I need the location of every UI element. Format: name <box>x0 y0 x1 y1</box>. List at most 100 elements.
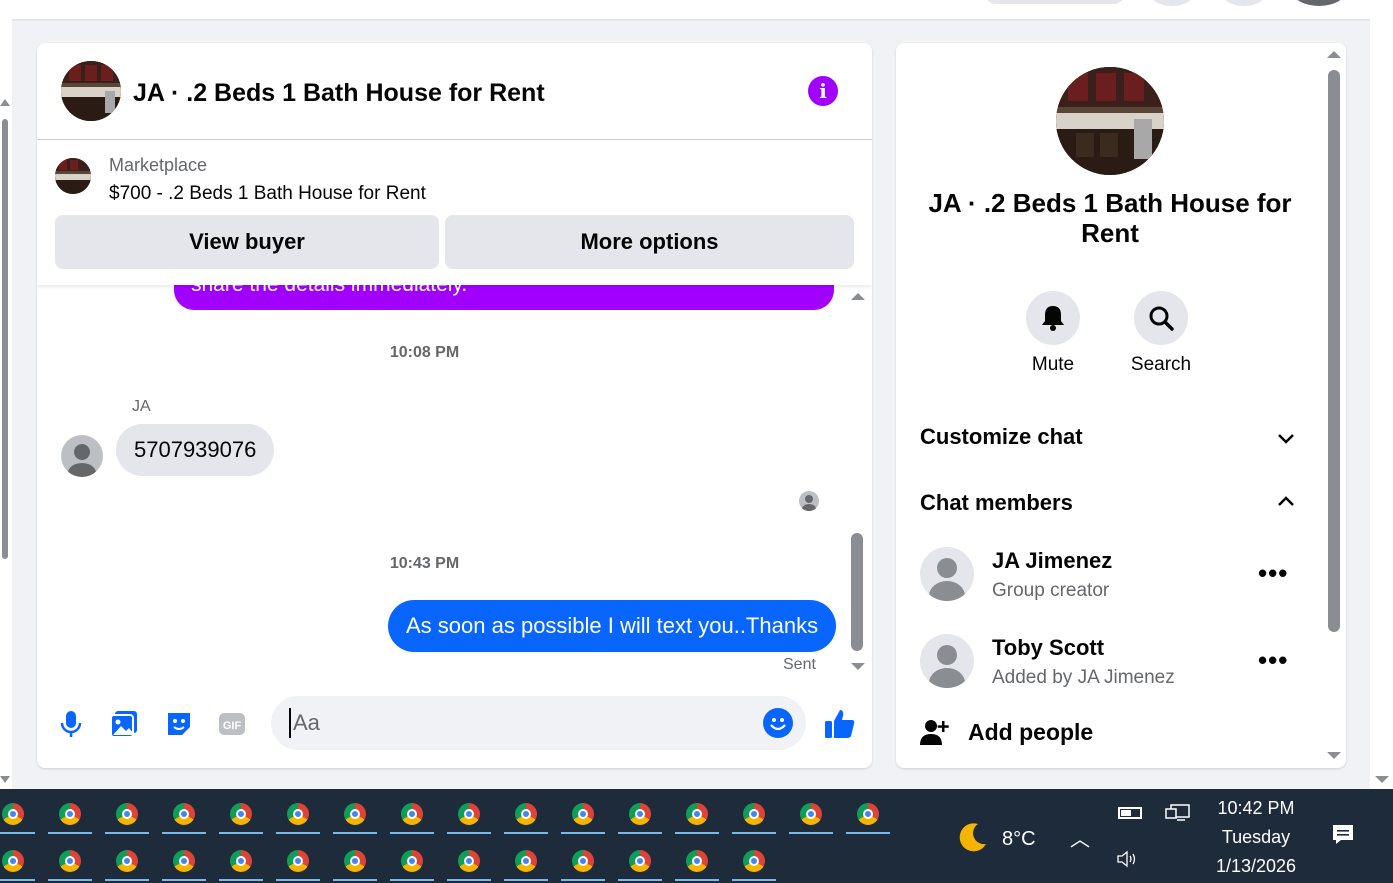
view-buyer-button[interactable]: View buyer <box>55 215 439 269</box>
chrome-taskbar-icon[interactable] <box>59 803 81 825</box>
group-avatar[interactable] <box>1056 67 1164 175</box>
more-options-button[interactable]: More options <box>445 215 854 269</box>
chrome-taskbar-icon[interactable] <box>230 850 252 872</box>
info-icon[interactable]: i <box>808 76 838 106</box>
chevron-down-icon[interactable] <box>1276 428 1296 448</box>
member-options-icon[interactable]: ••• <box>1258 647 1288 673</box>
chrome-taskbar-icon[interactable] <box>116 803 138 825</box>
chrome-taskbar-icon[interactable] <box>515 803 537 825</box>
taskbar-active-indicator <box>447 832 491 834</box>
scroll-up-arrow-icon[interactable] <box>1327 51 1341 58</box>
member-avatar[interactable] <box>920 634 974 688</box>
chrome-taskbar-icon[interactable] <box>344 803 366 825</box>
account-avatar[interactable] <box>1293 0 1345 6</box>
scroll-down-arrow-icon[interactable] <box>1375 776 1389 783</box>
gif-icon[interactable]: GIF <box>217 709 247 739</box>
chrome-taskbar-icon[interactable] <box>230 803 252 825</box>
network-icon[interactable] <box>1165 804 1191 824</box>
chat-title[interactable]: JA · .2 Beds 1 Bath House for Rent <box>133 79 545 108</box>
clock-time[interactable]: 10:42 PM <box>1200 798 1312 819</box>
mute-button[interactable] <box>1026 291 1080 345</box>
outgoing-message-bubble[interactable]: share the details immediately. <box>174 285 834 310</box>
member-name[interactable]: Toby Scott <box>992 635 1104 661</box>
chevron-up-icon[interactable] <box>1276 492 1296 512</box>
chrome-taskbar-icon[interactable] <box>629 803 651 825</box>
incoming-message-bubble[interactable]: 5707939076 <box>116 424 275 476</box>
chrome-taskbar-icon[interactable] <box>458 850 480 872</box>
member-name[interactable]: JA Jimenez <box>992 548 1112 574</box>
top-nav-button[interactable] <box>1222 0 1266 6</box>
search-button[interactable] <box>1134 291 1188 345</box>
chrome-taskbar-icon[interactable] <box>401 803 423 825</box>
microphone-icon[interactable] <box>56 709 86 739</box>
scroll-up-arrow-icon[interactable] <box>0 99 10 106</box>
chrome-taskbar-icon[interactable] <box>686 850 708 872</box>
chrome-taskbar-icon[interactable] <box>59 850 81 872</box>
weather-temperature[interactable]: 8°C <box>1002 828 1036 851</box>
chrome-taskbar-icon[interactable] <box>401 850 423 872</box>
windows-taskbar: 8°C ︿ 10:42 PM Tuesday 1/13/2026 <box>0 789 1393 883</box>
photo-icon[interactable] <box>109 709 139 739</box>
taskbar-active-indicator <box>390 832 434 834</box>
chrome-taskbar-icon[interactable] <box>686 803 708 825</box>
outgoing-message-bubble[interactable]: As soon as possible I will text you..Tha… <box>388 600 837 652</box>
chrome-taskbar-icon[interactable] <box>2 850 24 872</box>
page-scrollbar-left[interactable] <box>0 19 12 789</box>
chrome-taskbar-icon[interactable] <box>287 803 309 825</box>
chrome-taskbar-icon[interactable] <box>572 803 594 825</box>
scroll-down-arrow-icon[interactable] <box>851 663 865 670</box>
battery-icon[interactable] <box>1118 807 1142 819</box>
clock-day[interactable]: Tuesday <box>1200 827 1312 848</box>
chrome-taskbar-icon[interactable] <box>2 803 24 825</box>
chrome-taskbar-icon[interactable] <box>743 850 765 872</box>
info-panel-scrollbar[interactable] <box>1324 43 1344 768</box>
add-people-button[interactable]: Add people <box>968 719 1093 746</box>
scroll-thumb[interactable] <box>851 533 863 651</box>
scroll-up-arrow-icon[interactable] <box>851 293 865 300</box>
message-list[interactable]: share the details immediately. 10:08 PM … <box>37 285 872 685</box>
taskbar-active-indicator <box>162 832 206 834</box>
chat-members-header[interactable]: Chat members <box>920 490 1073 516</box>
message-input[interactable] <box>289 708 749 738</box>
volume-icon[interactable] <box>1116 849 1140 869</box>
chrome-taskbar-icon[interactable] <box>344 850 366 872</box>
emoji-icon[interactable] <box>763 708 793 738</box>
top-nav-button[interactable] <box>1150 0 1194 6</box>
taskbar-active-indicator <box>504 832 548 834</box>
chrome-taskbar-icon[interactable] <box>743 803 765 825</box>
chrome-taskbar-icon[interactable] <box>572 850 594 872</box>
message-scrollbar[interactable] <box>849 285 865 685</box>
listing-price-title[interactable]: $700 - .2 Beds 1 Bath House for Rent <box>109 183 426 205</box>
top-search-pill[interactable] <box>985 0 1125 4</box>
chrome-taskbar-icon[interactable] <box>458 803 480 825</box>
clock-date[interactable]: 1/13/2026 <box>1200 856 1312 877</box>
chrome-taskbar-icon[interactable] <box>173 850 195 872</box>
scroll-down-arrow-icon[interactable] <box>1327 752 1341 759</box>
thumbs-up-icon[interactable] <box>823 707 857 741</box>
chrome-taskbar-icon[interactable] <box>515 850 537 872</box>
scroll-thumb[interactable] <box>1328 70 1340 632</box>
scroll-thumb[interactable] <box>2 119 8 559</box>
member-avatar[interactable] <box>920 547 974 601</box>
weather-moon-icon[interactable] <box>956 820 990 854</box>
sticker-icon[interactable] <box>164 709 194 739</box>
message-input-container[interactable] <box>271 696 806 750</box>
chrome-taskbar-icon[interactable] <box>800 803 822 825</box>
notification-icon[interactable] <box>1331 823 1355 847</box>
chrome-taskbar-icon[interactable] <box>116 850 138 872</box>
customize-chat-header[interactable]: Customize chat <box>920 424 1083 450</box>
sender-avatar[interactable] <box>61 435 103 477</box>
taskbar-active-indicator <box>105 832 149 834</box>
chrome-taskbar-icon[interactable] <box>629 850 651 872</box>
listing-thumbnail[interactable] <box>55 158 91 194</box>
member-options-icon[interactable]: ••• <box>1258 560 1288 586</box>
scroll-down-arrow-icon[interactable] <box>0 776 10 783</box>
page-scrollbar-right[interactable] <box>1370 19 1393 789</box>
add-person-icon[interactable] <box>920 717 950 747</box>
chrome-taskbar-icon[interactable] <box>857 803 879 825</box>
chrome-taskbar-icon[interactable] <box>287 850 309 872</box>
chat-avatar[interactable] <box>61 61 121 121</box>
chrome-taskbar-icon[interactable] <box>173 803 195 825</box>
taskbar-active-indicator <box>561 879 605 881</box>
chevron-up-icon[interactable]: ︿ <box>1070 823 1090 852</box>
